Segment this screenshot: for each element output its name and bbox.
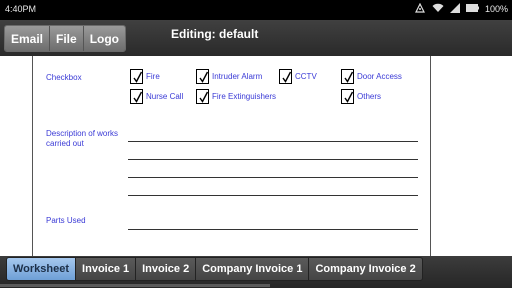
checkbox-label: Fire [146, 72, 160, 81]
tab-company-invoice-2[interactable]: Company Invoice 2 [309, 257, 423, 281]
status-time: 4:40PM [5, 4, 37, 14]
check-icon [341, 69, 354, 84]
menu-button-group: Email File Logo [4, 25, 127, 52]
checkbox-others[interactable]: Others [341, 89, 381, 104]
tab-worksheet[interactable]: Worksheet [6, 257, 77, 281]
tab-company-invoice-1[interactable]: Company Invoice 1 [196, 257, 310, 281]
check-icon [341, 89, 354, 104]
status-bar: 4:40PM 100% [0, 0, 512, 20]
checkbox-cctv[interactable]: CCTV [279, 69, 317, 84]
checkbox-section-label: Checkbox [46, 73, 82, 82]
worksheet-form: Checkbox Fire Intruder Alarm CCTV Door A… [0, 56, 512, 256]
usb-debug-icon [414, 2, 426, 15]
tab-scroll-indicator [0, 284, 270, 287]
check-icon [279, 69, 292, 84]
check-icon [196, 89, 209, 104]
checkbox-intruder-alarm[interactable]: Intruder Alarm [196, 69, 262, 84]
logo-button[interactable]: Logo [83, 26, 126, 51]
signal-icon [449, 3, 460, 15]
action-bar: Email File Logo Editing: default [0, 20, 512, 56]
checkbox-label: Intruder Alarm [212, 72, 263, 81]
description-line[interactable] [128, 177, 418, 178]
tab-invoice-2[interactable]: Invoice 2 [136, 257, 197, 281]
check-icon [130, 69, 143, 84]
description-line[interactable] [128, 141, 418, 142]
parts-used-line[interactable] [128, 229, 418, 230]
check-icon [130, 89, 143, 104]
description-line[interactable] [128, 159, 418, 160]
checkbox-nurse-call[interactable]: Nurse Call [130, 89, 183, 104]
parts-used-label: Parts Used [46, 216, 86, 225]
battery-percent: 100% [484, 4, 508, 14]
description-label: Description of works carried out [46, 129, 119, 148]
checkbox-label: Fire Extinguishers [212, 92, 277, 101]
wifi-icon [432, 3, 444, 15]
checkbox-door-access[interactable]: Door Access [341, 69, 402, 84]
checkbox-fire-extinguishers[interactable]: Fire Extinguishers [196, 89, 276, 104]
email-button[interactable]: Email [5, 26, 51, 51]
checkbox-fire[interactable]: Fire [130, 69, 160, 84]
checkbox-label: CCTV [295, 72, 317, 81]
right-margin-line [430, 56, 431, 256]
checkbox-label: Nurse Call [146, 92, 184, 101]
description-line[interactable] [128, 195, 418, 196]
tab-invoice-1[interactable]: Invoice 1 [76, 257, 137, 281]
file-button[interactable]: File [50, 26, 84, 51]
left-margin-line [32, 56, 33, 256]
check-icon [196, 69, 209, 84]
checkbox-label: Others [357, 92, 382, 101]
checkbox-label: Door Access [357, 72, 402, 81]
battery-icon [465, 4, 479, 14]
page-title: Editing: default [171, 27, 259, 41]
